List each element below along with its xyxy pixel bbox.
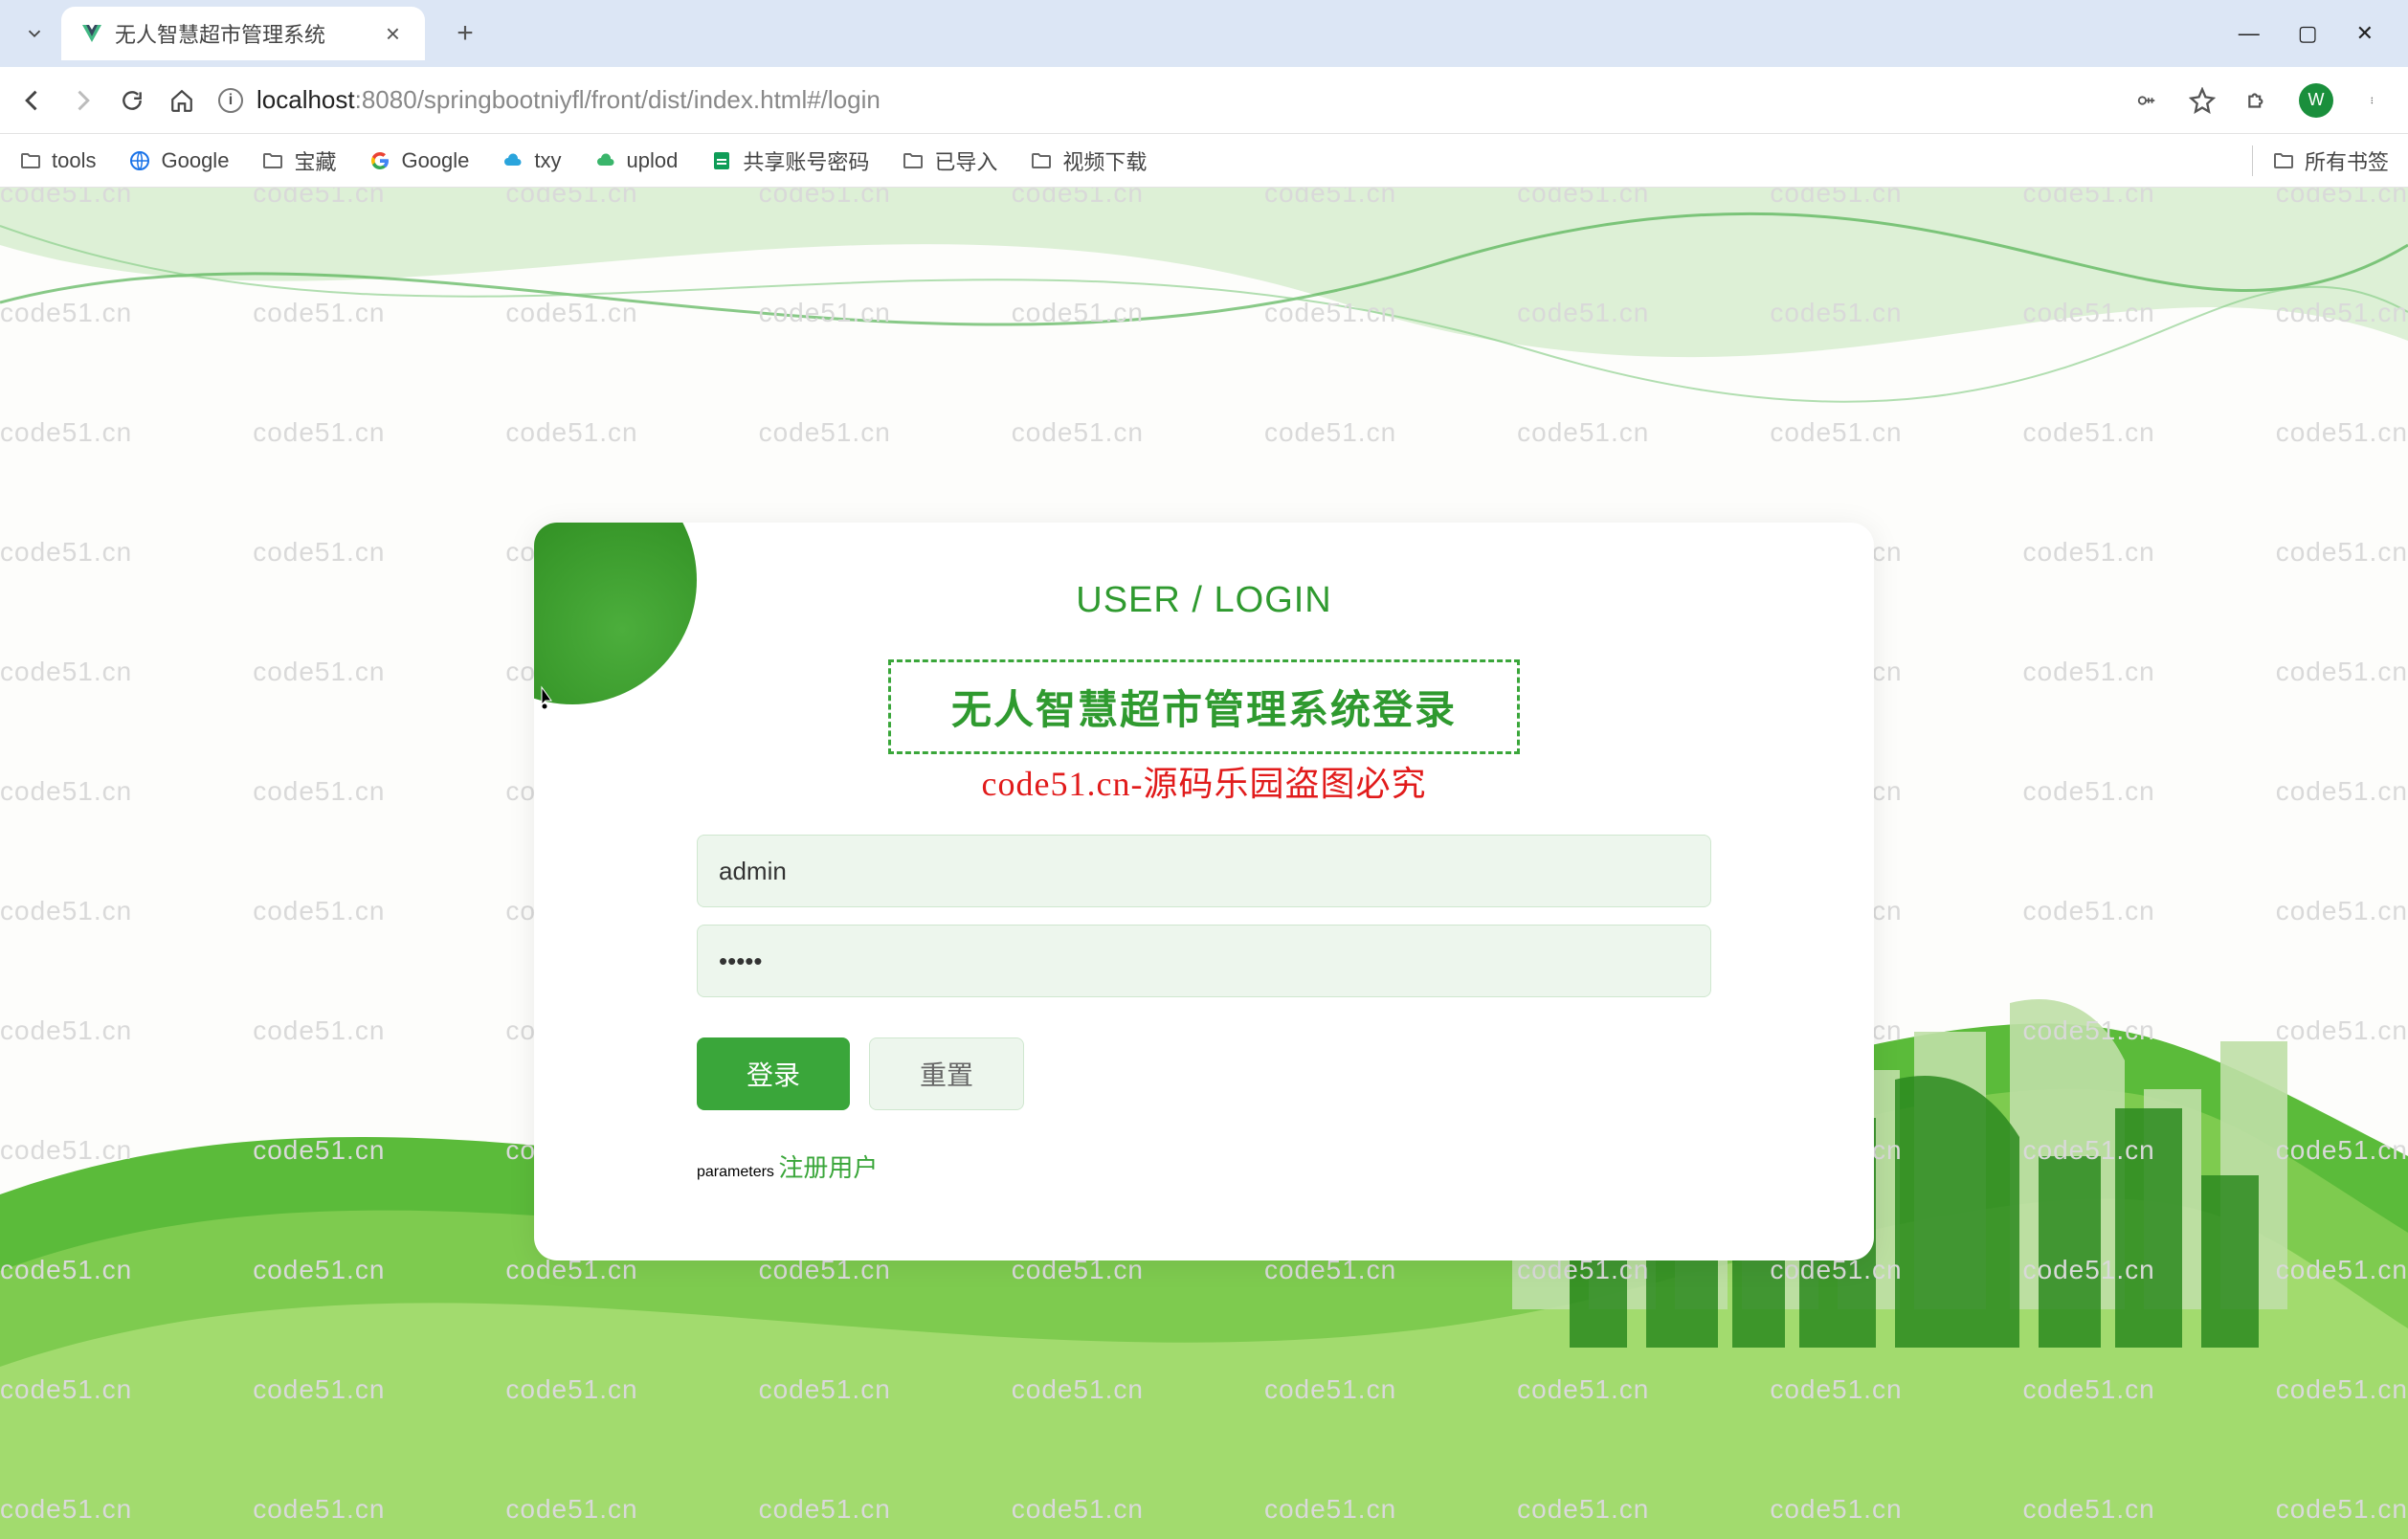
bookmark-bar: tools Google 宝藏 Google txy uplod 共享账号密码 [0,134,2408,188]
tab-close-button[interactable]: × [380,19,406,49]
google-g-icon [368,149,391,172]
bookmark-label: 视频下载 [1062,145,1147,176]
folder-icon [1030,149,1053,172]
address-bar-right: W [2132,83,2389,118]
kebab-icon [2371,88,2378,113]
all-bookmarks-button[interactable]: 所有书签 [2272,145,2389,176]
back-button[interactable] [19,87,46,114]
folder-icon [261,149,284,172]
url-host: localhost [256,85,355,114]
bookmark-google-g[interactable]: Google [368,148,469,173]
all-bookmarks-label: 所有书签 [2305,145,2389,176]
bookmark-baozang[interactable]: 宝藏 [261,145,336,176]
bookmark-divider [2252,145,2253,176]
url-box[interactable]: i localhost:8080/springbootniyfl/front/d… [218,85,2109,115]
forward-button[interactable] [69,87,96,114]
login-heading: USER / LOGIN [697,580,1711,621]
tab-title: 无人智慧超市管理系统 [115,18,368,49]
home-icon [169,88,194,113]
bookmark-label: 宝藏 [294,145,336,176]
globe-icon [128,149,151,172]
username-input[interactable] [697,835,1711,907]
cloud-icon [502,149,524,172]
puzzle-icon [2245,88,2270,113]
star-icon [2189,87,2216,114]
chevron-down-icon [24,23,45,44]
folder-icon [19,149,42,172]
button-row: 登录 重置 [697,1037,1711,1110]
profile-avatar[interactable]: W [2299,83,2333,118]
bookmark-label: Google [161,148,229,173]
maximize-button[interactable]: ▢ [2298,21,2318,46]
card-corner-decoration [534,523,697,704]
browser-tab[interactable]: 无人智慧超市管理系统 × [61,7,425,60]
login-button[interactable]: 登录 [697,1037,850,1110]
sheet-icon [710,149,733,172]
bookmark-tools[interactable]: tools [19,148,96,173]
key-icon [2132,90,2161,111]
tab-search-dropdown[interactable] [15,14,54,53]
bookmark-label: txy [534,148,561,173]
password-key-icon[interactable] [2132,86,2161,115]
bookmark-label: Google [401,148,469,173]
cloud-alt-icon [594,149,617,172]
vue-icon [80,22,103,45]
folder-icon [902,149,925,172]
bookmark-shared-pw[interactable]: 共享账号密码 [710,145,869,176]
menu-button[interactable] [2360,86,2389,115]
bookmark-imported[interactable]: 已导入 [902,145,997,176]
extensions-button[interactable] [2243,86,2272,115]
tab-bar: 无人智慧超市管理系统 × + — ▢ ✕ [0,0,2408,67]
bookmark-label: 共享账号密码 [743,145,869,176]
minimize-button[interactable]: — [2239,21,2260,46]
bookmark-label: tools [52,148,96,173]
password-input[interactable] [697,925,1711,997]
login-title-box: 无人智慧超市管理系统登录 [888,659,1520,754]
avatar-letter: W [2308,90,2325,110]
window-controls: — ▢ ✕ [2239,21,2393,46]
browser-chrome: 无人智慧超市管理系统 × + — ▢ ✕ i localhost:8080/sp… [0,0,2408,188]
address-bar: i localhost:8080/springbootniyfl/front/d… [0,67,2408,134]
close-window-button[interactable]: ✕ [2356,21,2374,46]
bookmark-uplod[interactable]: uplod [594,148,679,173]
wave-top-decoration [0,188,2408,494]
cursor-icon [534,685,555,719]
bookmark-video-dl[interactable]: 视频下载 [1030,145,1147,176]
register-link[interactable]: 注册用户 [778,1153,878,1182]
reload-button[interactable] [119,87,145,114]
reload-icon [120,88,145,113]
new-tab-button[interactable]: + [444,12,486,55]
folder-icon [2272,149,2295,172]
bookmark-google-world[interactable]: Google [128,148,229,173]
login-card: USER / LOGIN 无人智慧超市管理系统登录 code51.cn-源码乐园… [534,523,1874,1260]
watermark-warning: code51.cn-源码乐园盗图必究 [697,756,1711,806]
url-path: :8080/springbootniyfl/front/dist/index.h… [355,85,881,114]
bookmark-label: uplod [627,148,679,173]
reset-button[interactable]: 重置 [869,1037,1024,1110]
page-viewport: code51.cncode51.cncode51.cncode51.cncode… [0,188,2408,1539]
bookmark-star-button[interactable] [2188,86,2217,115]
login-title: 无人智慧超市管理系统登录 [951,687,1457,732]
home-button[interactable] [168,87,195,114]
arrow-left-icon [19,87,46,114]
site-info-icon[interactable]: i [218,88,243,113]
bookmark-label: 已导入 [934,145,997,176]
arrow-right-icon [69,87,96,114]
bookmark-txy[interactable]: txy [502,148,561,173]
